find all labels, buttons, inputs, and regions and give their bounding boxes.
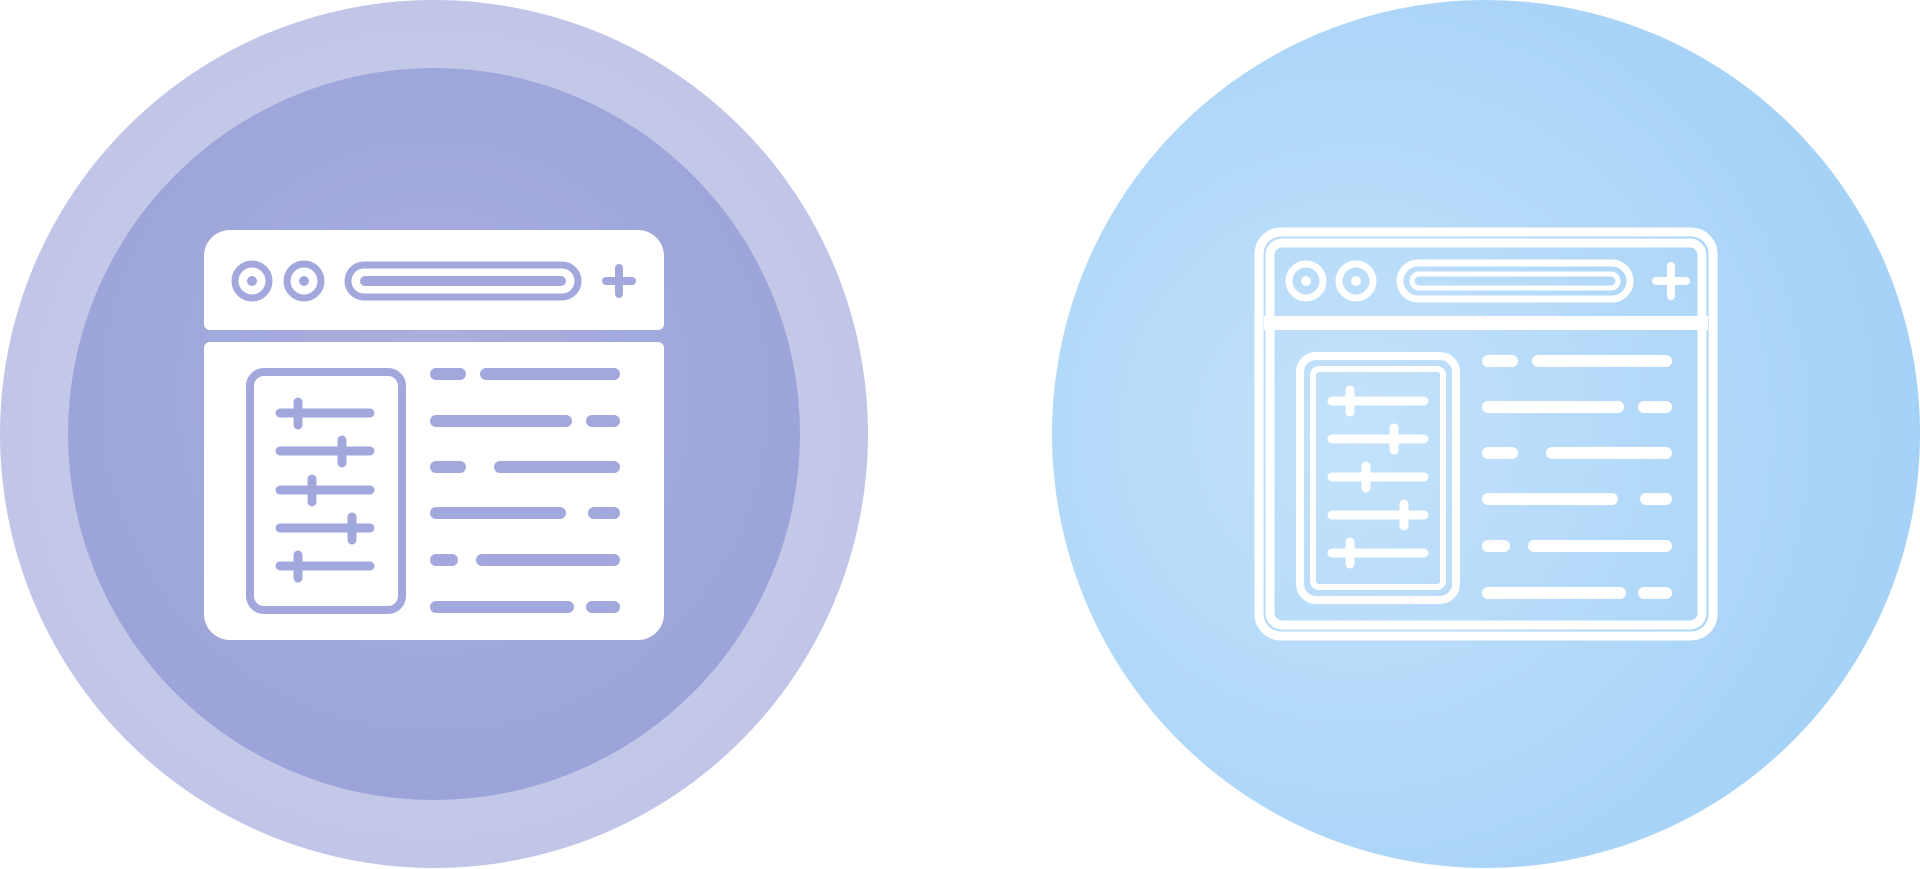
background-circle [1052,0,1920,868]
glyph-browser-settings-icon [0,0,868,868]
icon-artwork [0,0,1920,868]
browser-body [204,342,664,640]
line-browser-settings-icon [1052,0,1920,868]
icon-pair-canvas [0,0,1920,869]
